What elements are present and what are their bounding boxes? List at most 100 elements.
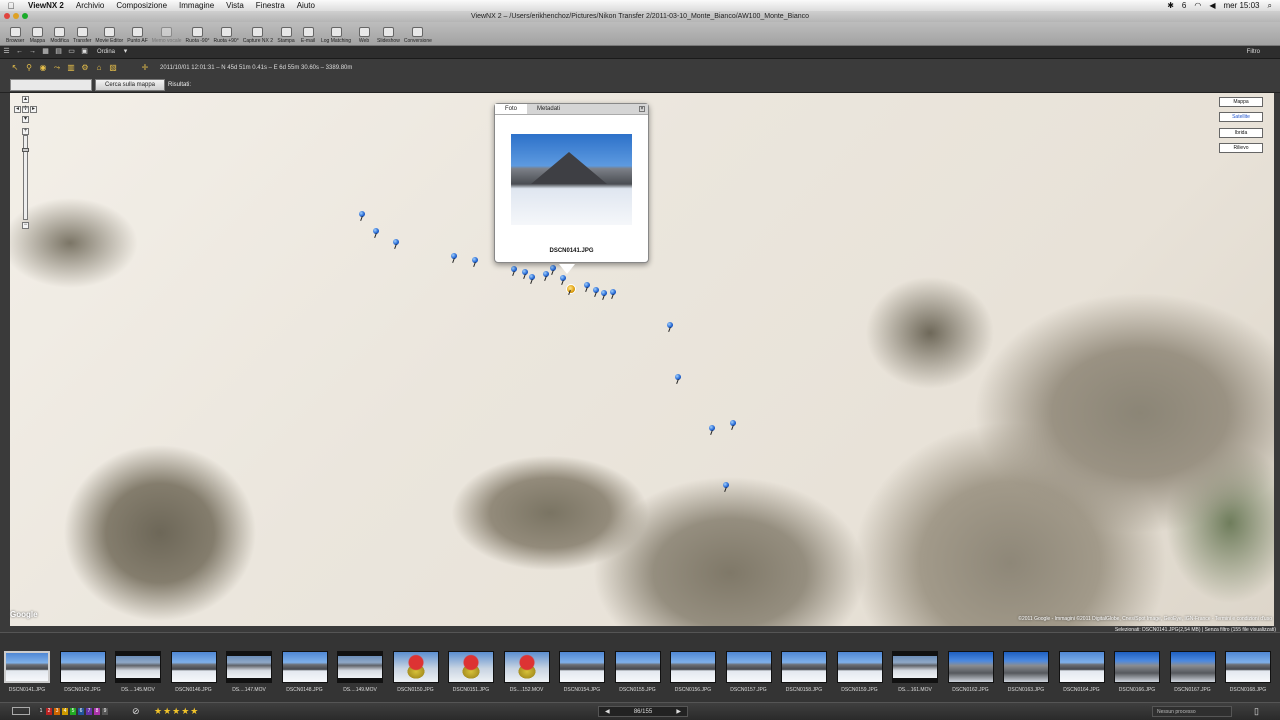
- photo-pin[interactable]: [584, 282, 590, 288]
- zoom-slider-knob[interactable]: [22, 148, 29, 152]
- label-filter-5[interactable]: 5: [70, 708, 76, 715]
- path-tool-icon[interactable]: ⤳: [52, 63, 62, 73]
- right-panel-collapsed[interactable]: [1274, 93, 1280, 628]
- volume-icon[interactable]: ◀: [1209, 0, 1215, 11]
- google-logo[interactable]: Google: [10, 610, 38, 619]
- photo-pin[interactable]: [675, 374, 681, 380]
- menu-app[interactable]: ViewNX 2: [22, 0, 70, 11]
- sort-dropdown-icon[interactable]: ▾: [121, 48, 130, 56]
- search-map-button[interactable]: Cerca sulla mappa: [95, 79, 165, 91]
- filmstrip-thumbnail[interactable]: [337, 651, 383, 683]
- tab-metadati[interactable]: Metadati: [527, 104, 570, 114]
- label-filter-1[interactable]: 1: [38, 708, 44, 715]
- pan-up-button[interactable]: ▴: [22, 96, 29, 103]
- filmstrip-thumbnail[interactable]: [836, 651, 883, 683]
- forward-arrow-icon[interactable]: →: [28, 48, 37, 56]
- movie-editor-button[interactable]: Movie Editor: [93, 27, 125, 45]
- label-filter-8[interactable]: 8: [94, 708, 100, 715]
- prev-page-icon[interactable]: ◀: [605, 707, 610, 717]
- filmstrip-thumbnail[interactable]: [115, 651, 161, 683]
- left-panel-collapsed[interactable]: [0, 93, 10, 628]
- apple-icon[interactable]: : [0, 1, 22, 11]
- filmstrip-thumbnail[interactable]: [170, 651, 217, 683]
- filmstrip-thumbnail[interactable]: [614, 651, 661, 683]
- photo-pin[interactable]: [593, 287, 599, 293]
- photo-pin[interactable]: [730, 420, 736, 426]
- tab-foto[interactable]: Foto: [495, 104, 528, 114]
- label-filter-2[interactable]: 2: [46, 708, 52, 715]
- photo-pin[interactable]: [522, 269, 528, 275]
- close-icon[interactable]: ×: [639, 106, 645, 112]
- no-rating-icon[interactable]: ⊘: [132, 706, 140, 717]
- thumbnail-view-icon[interactable]: ▦: [41, 48, 50, 56]
- image-tool-icon[interactable]: ▧: [108, 63, 118, 73]
- star-rating[interactable]: ★★★★★: [154, 706, 199, 717]
- filmstrip-thumbnail[interactable]: [448, 651, 494, 683]
- map-copyright[interactable]: ©2011 Google - Immagini ©2011 DigitalGlo…: [1018, 616, 1272, 622]
- filmstrip-thumbnail[interactable]: [670, 651, 716, 683]
- pan-right-button[interactable]: ▸: [30, 106, 37, 113]
- label-filter-7[interactable]: 7: [86, 708, 92, 715]
- rotate-left-button[interactable]: Ruota -90°: [184, 27, 212, 45]
- selected-photo-pin[interactable]: [566, 284, 576, 294]
- voice-memo-button[interactable]: Memo vocale: [150, 27, 184, 45]
- folder-icon[interactable]: ▭: [67, 48, 76, 56]
- af-point-button[interactable]: Punto AF: [125, 27, 150, 45]
- filmstrip-thumbnail[interactable]: [4, 651, 50, 683]
- email-button[interactable]: E-mail: [297, 27, 319, 45]
- zoom-slider[interactable]: [22, 135, 29, 220]
- photo-pin[interactable]: [610, 289, 616, 295]
- filter-button[interactable]: Filtro: [1247, 46, 1260, 59]
- next-page-icon[interactable]: ▶: [676, 707, 681, 717]
- pin-tool-icon[interactable]: ⚲: [24, 63, 34, 73]
- filmstrip-thumbnail[interactable]: [947, 651, 994, 683]
- menu-composizione[interactable]: Composizione: [110, 0, 173, 11]
- photo-pin[interactable]: [667, 322, 673, 328]
- photo-pin[interactable]: [550, 265, 556, 271]
- menu-archivio[interactable]: Archivio: [70, 0, 110, 11]
- filmstrip-toggle-icon[interactable]: [12, 707, 30, 715]
- conversion-button[interactable]: Conversione: [402, 27, 434, 45]
- trash-tool-icon[interactable]: ▥: [66, 63, 76, 73]
- slideshow-button[interactable]: Slideshow: [375, 27, 402, 45]
- photo-pin[interactable]: [709, 425, 715, 431]
- filmstrip-thumbnail[interactable]: [1114, 651, 1160, 683]
- photo-pin[interactable]: [543, 271, 549, 277]
- filmstrip-thumbnail[interactable]: [1003, 651, 1049, 683]
- menu-finestra[interactable]: Finestra: [250, 0, 291, 11]
- filmstrip-thumbnail[interactable]: [1225, 651, 1271, 683]
- grid-view-icon[interactable]: ▤: [54, 48, 63, 56]
- pointer-tool-icon[interactable]: ↖: [10, 63, 20, 73]
- menu-immagine[interactable]: Immagine: [173, 0, 220, 11]
- label-filter-4[interactable]: 4: [62, 708, 68, 715]
- home-tool-icon[interactable]: ⌂: [94, 63, 104, 73]
- zoom-window-button[interactable]: [22, 13, 28, 19]
- label-filter-3[interactable]: 3: [54, 708, 60, 715]
- capture-nx2-button[interactable]: Capture NX 2: [241, 27, 275, 45]
- map-button[interactable]: Mappa: [26, 27, 48, 45]
- filmstrip-thumbnail[interactable]: [59, 651, 106, 683]
- bluetooth-icon[interactable]: ✱: [1167, 0, 1174, 11]
- label-filter-6[interactable]: 6: [78, 708, 84, 715]
- track-tool-icon[interactable]: ◉: [38, 63, 48, 73]
- photo-pin[interactable]: [601, 290, 607, 296]
- print-button[interactable]: Stampa: [275, 27, 297, 45]
- photo-pin[interactable]: [373, 228, 379, 234]
- menu-vista[interactable]: Vista: [220, 0, 250, 11]
- sidebar-toggle-icon[interactable]: ☰: [2, 48, 11, 56]
- back-arrow-icon[interactable]: ←: [15, 48, 24, 56]
- pan-down-button[interactable]: ▾: [22, 116, 29, 123]
- photo-pin[interactable]: [451, 253, 457, 259]
- rotate-right-button[interactable]: Ruota +90°: [211, 27, 240, 45]
- filmstrip-thumbnail[interactable]: [226, 651, 272, 683]
- settings-tool-icon[interactable]: ⚙: [80, 63, 90, 73]
- sort-label[interactable]: Ordina: [97, 49, 115, 55]
- trash-icon[interactable]: ▯: [1254, 706, 1259, 717]
- minimize-window-button[interactable]: [13, 13, 19, 19]
- map-type-hybrid[interactable]: Ibrida: [1219, 128, 1263, 138]
- photo-pin[interactable]: [472, 257, 478, 263]
- battery-count[interactable]: 6: [1182, 0, 1186, 11]
- edit-button[interactable]: Modifica: [48, 27, 71, 45]
- spotlight-icon[interactable]: ⌕: [1268, 0, 1272, 11]
- clock[interactable]: mer 15:03: [1223, 0, 1259, 11]
